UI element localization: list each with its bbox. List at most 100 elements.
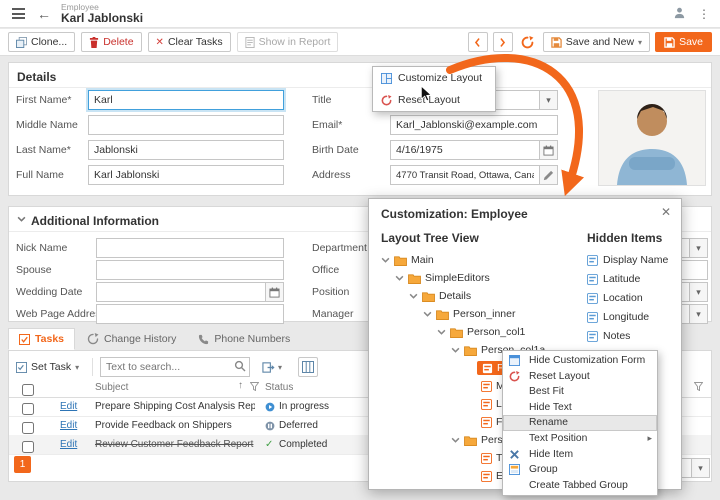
edit-link[interactable]: Edit: [60, 401, 77, 412]
employee-photo[interactable]: [598, 90, 706, 186]
last-name-field[interactable]: [88, 140, 284, 160]
layout-item-icon: [481, 471, 492, 482]
best-fit-menu-item[interactable]: Best Fit: [503, 384, 657, 400]
group-menu-item[interactable]: Group: [503, 462, 657, 478]
search-icon[interactable]: [234, 360, 246, 375]
hidden-item-notes[interactable]: Notes: [587, 327, 630, 345]
sort-ascending-icon[interactable]: ↑: [238, 380, 243, 391]
web-page-field[interactable]: [96, 304, 284, 324]
tree-node-person-col1[interactable]: Person_col1: [437, 323, 525, 341]
previous-record-button[interactable]: [468, 32, 488, 52]
delete-button[interactable]: Delete: [81, 32, 141, 52]
folder-icon: [464, 435, 477, 446]
group-icon: [509, 464, 520, 475]
rename-menu-item[interactable]: Rename: [503, 415, 657, 431]
department-dropdown-button[interactable]: ▾: [690, 238, 708, 258]
expand-icon[interactable]: [423, 310, 432, 318]
close-icon[interactable]: ✕: [661, 205, 671, 219]
column-header-status[interactable]: Status: [265, 382, 293, 393]
tree-node-simpleeditors[interactable]: SimpleEditors: [395, 269, 490, 287]
hidden-item-location[interactable]: Location: [587, 289, 643, 307]
title-dropdown-button[interactable]: ▾: [540, 90, 558, 110]
reset-layout-menu-item[interactable]: Reset Layout: [503, 369, 657, 385]
position-dropdown-button[interactable]: ▾: [690, 282, 708, 302]
refresh-button[interactable]: [518, 32, 538, 52]
clone-label: Clone...: [31, 36, 67, 48]
tab-change-history[interactable]: Change History: [77, 328, 186, 350]
title-label: Title: [312, 90, 331, 110]
hide-text-menu-item[interactable]: Hide Text: [503, 400, 657, 416]
status-filter-icon[interactable]: [694, 382, 703, 394]
page-size-dropdown-button[interactable]: ▾: [692, 458, 710, 478]
expand-icon[interactable]: [451, 346, 460, 354]
manager-dropdown-button[interactable]: ▾: [690, 304, 708, 324]
chevron-down-icon: ▾: [696, 243, 701, 254]
save-button[interactable]: Save: [655, 32, 712, 52]
expand-icon[interactable]: [437, 328, 446, 336]
text-position-menu-item[interactable]: Text Position ▸: [503, 431, 657, 447]
expand-icon[interactable]: [451, 436, 460, 444]
reset-layout-menu-item[interactable]: Reset Layout: [373, 89, 495, 111]
wedding-date-field[interactable]: [96, 282, 266, 302]
wedding-date-calendar-button[interactable]: [266, 282, 284, 302]
show-in-report-button[interactable]: Show in Report: [237, 32, 339, 52]
subject-filter-icon[interactable]: [250, 382, 259, 394]
collapse-chevron-icon[interactable]: [17, 214, 26, 226]
row-checkbox[interactable]: [22, 441, 34, 453]
set-task-label: Set Task: [31, 361, 71, 373]
spouse-field[interactable]: [96, 260, 284, 280]
hide-item-menu-item[interactable]: Hide Item: [503, 447, 657, 463]
set-task-button[interactable]: Set Task ▾: [16, 357, 79, 377]
tasks-icon: [19, 334, 30, 345]
layout-context-menu: Customize Layout Reset Layout: [372, 66, 496, 112]
expand-icon[interactable]: [381, 256, 390, 264]
create-tabbed-group-menu-item[interactable]: Create Tabbed Group: [503, 478, 657, 494]
full-name-field[interactable]: [88, 165, 284, 185]
email-field[interactable]: [390, 115, 558, 135]
save-label: Save: [679, 36, 703, 48]
menu-icon[interactable]: [10, 6, 27, 21]
clear-tasks-button[interactable]: ✕ Clear Tasks: [148, 32, 231, 52]
tab-phone-numbers[interactable]: Phone Numbers: [188, 328, 300, 350]
tab-change-history-label: Change History: [104, 333, 176, 345]
subject-cell: Prepare Shipping Cost Analysis Report: [95, 401, 255, 412]
clone-button[interactable]: Clone...: [8, 32, 75, 52]
subject-cell: Provide Feedback on Shippers: [95, 420, 255, 431]
expand-icon[interactable]: [395, 274, 404, 282]
nick-name-field[interactable]: [96, 238, 284, 258]
select-all-checkbox[interactable]: [22, 384, 34, 396]
tree-node-person-inner[interactable]: Person_inner: [423, 305, 515, 323]
back-button[interactable]: ←: [37, 7, 51, 21]
edit-link[interactable]: Edit: [60, 420, 77, 431]
dialog-title: Customization: Employee: [381, 207, 528, 221]
status-cell: Completed: [279, 439, 327, 450]
customize-layout-menu-item[interactable]: Customize Layout: [373, 67, 495, 89]
user-icon[interactable]: [673, 6, 686, 22]
save-and-new-button[interactable]: Save and New ▾: [543, 32, 650, 52]
search-input[interactable]: [100, 357, 250, 377]
hidden-heading: Hidden Items: [587, 231, 662, 245]
middle-name-field[interactable]: [88, 115, 284, 135]
export-button[interactable]: ▾: [262, 357, 282, 377]
hide-customization-form-menu-item[interactable]: Hide Customization Form: [503, 353, 657, 369]
expand-icon[interactable]: [409, 292, 418, 300]
more-menu-icon[interactable]: ⋮: [698, 7, 710, 21]
tab-tasks[interactable]: Tasks: [8, 328, 75, 350]
column-chooser-button[interactable]: [298, 357, 318, 377]
pager-page-1[interactable]: 1: [14, 456, 31, 473]
address-edit-button[interactable]: [540, 165, 558, 185]
address-field[interactable]: [390, 165, 540, 185]
birth-date-field[interactable]: [390, 140, 540, 160]
birth-date-calendar-button[interactable]: [540, 140, 558, 160]
hidden-item-latitude[interactable]: Latitude: [587, 270, 640, 288]
edit-link[interactable]: Edit: [60, 439, 77, 450]
hidden-item-display-name[interactable]: Display Name: [587, 251, 668, 269]
row-checkbox[interactable]: [22, 422, 34, 434]
row-checkbox[interactable]: [22, 403, 34, 415]
first-name-field[interactable]: [88, 90, 284, 110]
column-header-subject[interactable]: Subject: [95, 382, 128, 393]
next-record-button[interactable]: [493, 32, 513, 52]
hidden-item-longitude[interactable]: Longitude: [587, 308, 649, 326]
tree-node-details[interactable]: Details: [409, 287, 471, 305]
tree-node-main[interactable]: Main: [381, 251, 434, 269]
